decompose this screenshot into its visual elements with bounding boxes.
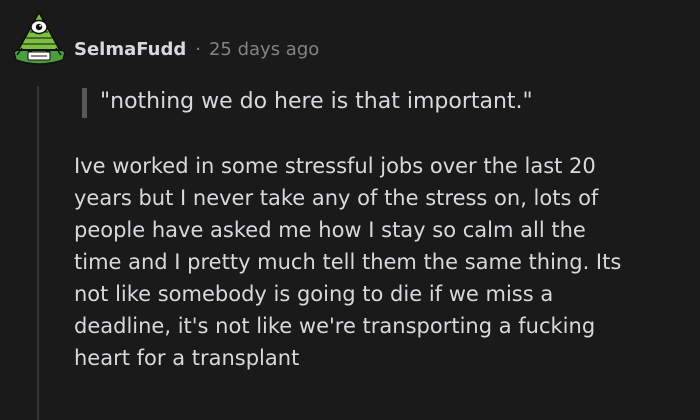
paragraph-line: years but I never take any of the stress… <box>74 186 599 210</box>
paragraph-line: heart for a transplant <box>74 346 300 370</box>
thread-collapse-line[interactable] <box>37 86 39 420</box>
username-link[interactable]: SelmaFudd <box>74 39 186 60</box>
paragraph-line: time and I pretty much tell them the sam… <box>74 250 622 274</box>
blockquote: "nothing we do here is that important." <box>74 86 688 118</box>
comment-body: "nothing we do here is that important." … <box>74 86 688 374</box>
paragraph-line: deadline, it's not like we're transporti… <box>74 314 596 338</box>
paragraph-line: people have asked me how I stay so calm … <box>74 218 586 242</box>
quote-bar <box>82 88 87 118</box>
comment-paragraph: Ive worked in some stressful jobs over t… <box>74 150 688 374</box>
user-avatar[interactable] <box>8 8 70 70</box>
comment: SelmaFudd · 25 days ago "nothing we do h… <box>0 0 700 420</box>
quote-text: "nothing we do here is that important." <box>100 89 533 114</box>
paragraph-line: not like somebody is going to die if we … <box>74 282 554 306</box>
timestamp-link[interactable]: 25 days ago <box>209 39 319 60</box>
pyramid-eye-avatar-icon <box>9 9 69 69</box>
paragraph-line: Ive worked in some stressful jobs over t… <box>74 154 596 178</box>
meta-separator: · <box>195 38 201 60</box>
comment-header: SelmaFudd · 25 days ago <box>74 34 319 64</box>
